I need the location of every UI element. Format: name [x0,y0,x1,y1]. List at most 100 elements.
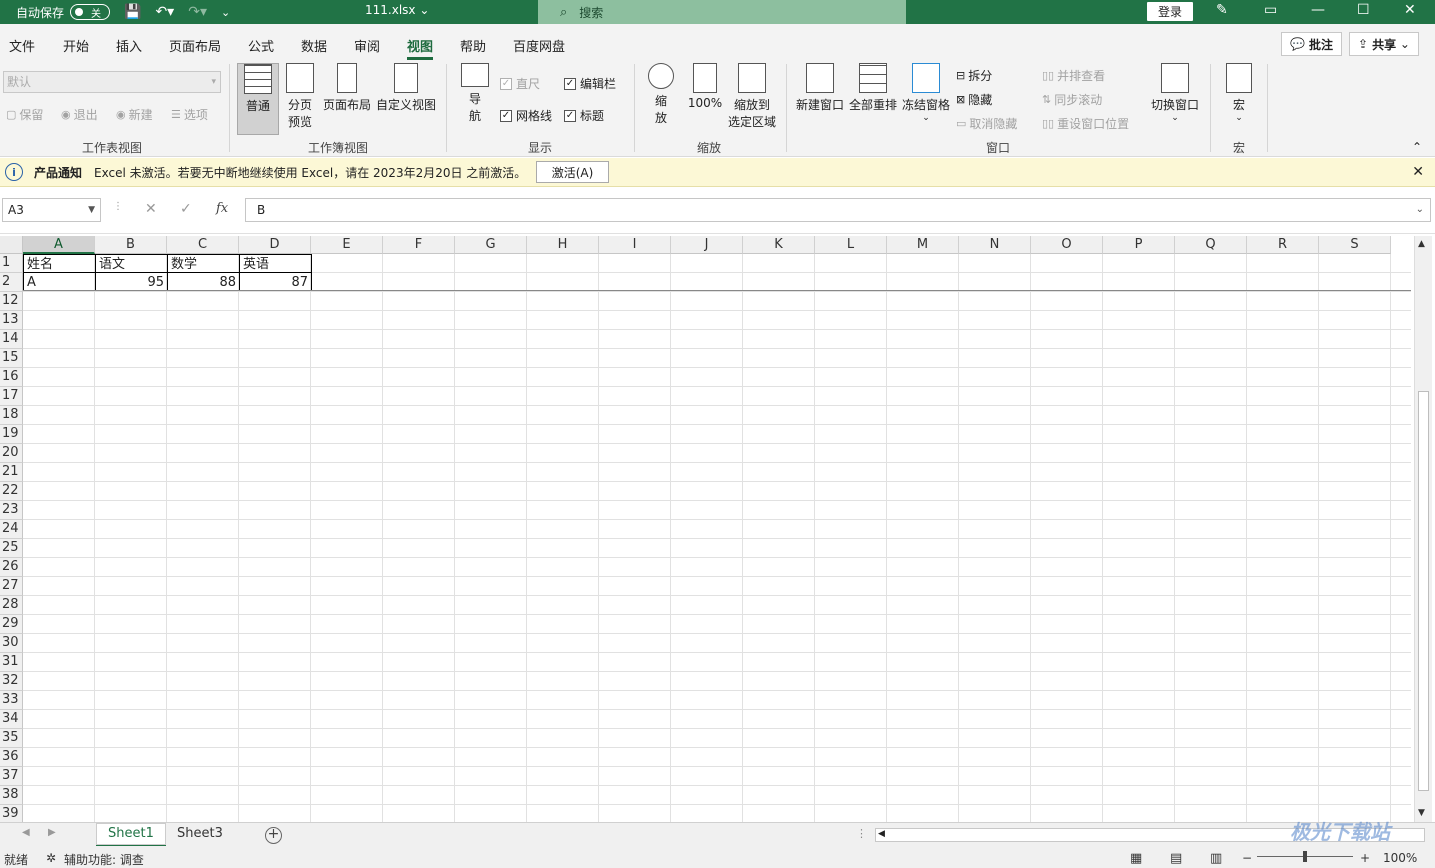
row-header[interactable]: 37 [0,767,23,786]
switch-windows-button[interactable]: 切换窗口 ⌄ [1150,63,1200,123]
column-header[interactable]: K [743,236,815,254]
scroll-left-icon[interactable]: ◀ [878,829,885,839]
page-break-status-icon[interactable]: ▥ [1210,851,1222,866]
column-header[interactable]: G [455,236,527,254]
gridlines-checkbox[interactable]: ✓ 网格线 [500,107,552,124]
reset-window-position-button[interactable]: ▯▯ 重设窗口位置 [1042,115,1129,132]
accessibility-icon[interactable]: ✲ [46,851,56,865]
page-layout-status-icon[interactable]: ▤ [1170,851,1182,866]
file-name[interactable]: 111.xlsx ⌄ [365,3,429,17]
row-header[interactable]: 22 [0,482,23,501]
tab-home[interactable]: 开始 [63,36,89,55]
row-header[interactable]: 26 [0,558,23,577]
column-header[interactable]: P [1103,236,1175,254]
ribbon-display-icon[interactable]: ▭ [1264,2,1277,18]
scroll-up-icon[interactable]: ▲ [1418,239,1425,249]
zoom-to-selection-button[interactable]: 缩放到 选定区域 [727,63,777,130]
ruler-checkbox[interactable]: ✓ 直尺 [500,75,540,92]
undo-icon[interactable]: ↶▾ [155,4,174,20]
column-header[interactable]: E [311,236,383,254]
save-icon[interactable]: 💾 [124,4,141,20]
column-header[interactable]: A [23,236,95,254]
row-header[interactable]: 38 [0,786,23,805]
view-options-button[interactable]: ☰ 选项 [171,106,208,123]
collapse-ribbon-icon[interactable]: ⌃ [1412,140,1422,154]
sheet-tab-sheet3[interactable]: Sheet3 [165,823,235,847]
macros-button[interactable]: 宏 ⌄ [1222,63,1256,123]
tab-view[interactable]: 视图 [407,36,434,60]
row-header[interactable]: 34 [0,710,23,729]
scroll-down-icon[interactable]: ▼ [1418,808,1425,818]
next-sheet-icon[interactable]: ▶ [48,827,56,838]
row-header[interactable]: 17 [0,387,23,406]
column-header[interactable]: S [1319,236,1391,254]
zoom-slider-knob[interactable] [1303,851,1307,862]
formula-bar-checkbox[interactable]: ✓ 编辑栏 [564,75,616,92]
page-layout-view-button[interactable]: 页面布局 [322,63,372,113]
row-header[interactable]: 31 [0,653,23,672]
column-header[interactable]: M [887,236,959,254]
row-header[interactable]: 2 [0,273,23,292]
navigation-button[interactable]: 导 航 [460,63,490,124]
activate-button[interactable]: 激活(A) [536,161,609,183]
tab-help[interactable]: 帮助 [460,36,486,55]
cell-A1[interactable]: 姓名 [23,254,96,273]
zoom-out-icon[interactable]: − [1242,851,1252,865]
zoom-button[interactable]: 缩 放 [645,63,677,126]
row-header[interactable]: 32 [0,672,23,691]
tab-insert[interactable]: 插入 [116,36,142,55]
cell-D2[interactable]: 87 [239,272,312,291]
row-header[interactable]: 15 [0,349,23,368]
maximize-icon[interactable]: ☐ [1357,2,1370,18]
column-header[interactable]: L [815,236,887,254]
tab-file[interactable]: 文件 [9,36,35,55]
new-view-button[interactable]: ◉ 新建 [116,106,153,123]
splitter-icon[interactable]: ⋮ [856,827,867,840]
add-sheet-icon[interactable]: + [265,827,282,844]
enter-icon[interactable]: ✓ [180,201,192,217]
unhide-button[interactable]: ▭ 取消隐藏 [956,115,1017,132]
cells-area[interactable]: 姓名 语文 数学 英语 A 95 88 87 [23,254,1411,822]
row-header[interactable]: 14 [0,330,23,349]
normal-view-status-icon[interactable]: ▦ [1130,851,1142,866]
row-header[interactable]: 27 [0,577,23,596]
column-header[interactable]: H [527,236,599,254]
column-header[interactable]: N [959,236,1031,254]
row-header[interactable]: 13 [0,311,23,330]
sync-scroll-button[interactable]: ⇅ 同步滚动 [1042,91,1102,108]
row-header[interactable]: 28 [0,596,23,615]
normal-view-button[interactable]: 普通 [237,63,279,135]
new-window-button[interactable]: 新建窗口 [795,63,845,113]
tab-formulas[interactable]: 公式 [248,36,274,55]
arrange-all-button[interactable]: 全部重排 [848,63,898,113]
row-header[interactable]: 36 [0,748,23,767]
row-header[interactable]: 16 [0,368,23,387]
row-header[interactable]: 20 [0,444,23,463]
redo-icon[interactable]: ↷▾ [188,4,207,20]
expand-formula-icon[interactable]: ⌄ [1416,199,1424,221]
cancel-icon[interactable]: ✕ [145,201,157,217]
view-side-by-side-button[interactable]: ▯▯ 并排查看 [1042,67,1105,84]
insert-function-icon[interactable]: fx [216,201,228,216]
row-header[interactable]: 23 [0,501,23,520]
autosave-toggle[interactable]: 关 [70,4,111,20]
custom-views-button[interactable]: 自定义视图 [376,63,436,113]
name-box[interactable]: A3 ▼ [2,198,101,222]
row-header[interactable]: 18 [0,406,23,425]
keep-view-button[interactable]: ▢ 保留 [6,106,43,123]
share-button[interactable]: ⇪ 共享 ⌄ [1349,32,1419,56]
zoom-in-icon[interactable]: + [1360,851,1370,865]
column-header[interactable]: J [671,236,743,254]
comments-button[interactable]: 💬 批注 [1281,32,1342,56]
close-icon[interactable]: ✕ [1404,2,1416,18]
cell-D1[interactable]: 英语 [239,254,312,273]
autosave[interactable]: 自动保存 关 [16,4,111,21]
zoom-100-button[interactable]: 100% [688,63,722,110]
prev-sheet-icon[interactable]: ◀ [22,827,30,838]
tab-review[interactable]: 审阅 [354,36,380,55]
search-box[interactable]: ⌕ 搜索 [538,0,906,24]
formula-input[interactable]: B ⌄ [245,198,1431,222]
column-header[interactable]: Q [1175,236,1247,254]
row-header[interactable]: 12 [0,292,23,311]
freeze-panes-button[interactable]: 冻结窗格 ⌄ [901,63,951,123]
